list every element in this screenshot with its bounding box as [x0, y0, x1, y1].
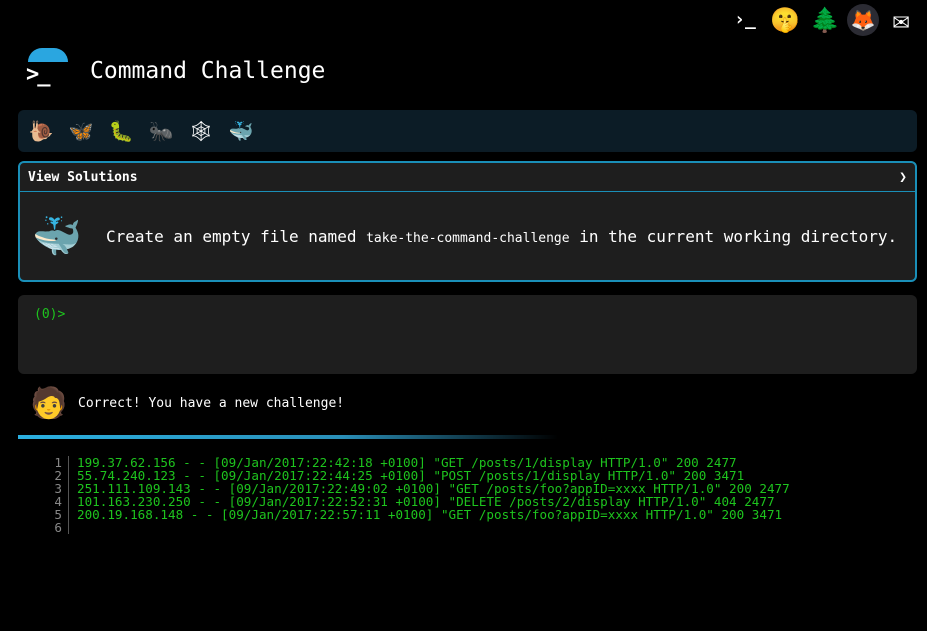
- shushing-face-icon[interactable]: 🤫: [767, 5, 803, 35]
- gitlab-icon[interactable]: 🦊: [847, 4, 879, 36]
- challenge-description: Create an empty file named take-the-comm…: [106, 227, 897, 246]
- cmdchallenge-logo-icon[interactable]: ›_: [727, 5, 763, 35]
- butterfly-icon[interactable]: 🦋: [68, 119, 94, 143]
- cmdchallenge-logo-icon[interactable]: >_: [24, 48, 70, 94]
- gitlab-glyph: 🦊: [850, 8, 876, 32]
- terminal-prompt: (0)>: [34, 307, 66, 322]
- whale-icon: 🐳: [32, 213, 82, 260]
- mail-icon[interactable]: ✉: [883, 5, 919, 35]
- challenge-filename: take-the-command-challenge: [366, 230, 570, 246]
- logo-prompt: >_: [26, 62, 50, 87]
- whale-icon[interactable]: 🐳: [228, 119, 254, 143]
- code-line: 5 200.19.168.148 - - [09/Jan/2017:22:57:1…: [40, 508, 790, 521]
- challenge-body: 🐳 Create an empty file named take-the-co…: [20, 192, 915, 280]
- progress-bar: [18, 435, 558, 439]
- caterpillar-icon[interactable]: 🐛: [108, 119, 134, 143]
- person-avatar-icon: 🧑: [30, 386, 68, 421]
- page-header: >_ Command Challenge: [24, 48, 325, 94]
- logo-cap: [28, 48, 68, 62]
- view-solutions-bar[interactable]: View Solutions ❯: [20, 163, 915, 192]
- chevron-right-icon[interactable]: ❯: [899, 170, 907, 185]
- top-nav-icons: ›_ 🤫 🌲 🦊 ✉: [727, 4, 919, 36]
- spider-web-icon[interactable]: 🕸: [188, 119, 214, 143]
- snail-icon[interactable]: 🐌: [28, 119, 54, 143]
- view-solutions-label[interactable]: View Solutions: [28, 170, 138, 185]
- challenge-panel: View Solutions ❯ 🐳 Create an empty file …: [18, 161, 917, 282]
- line-text: 200.19.168.148 - - [09/Jan/2017:22:57:11…: [77, 507, 783, 522]
- code-line: 6: [40, 521, 790, 534]
- line-number: 6: [40, 521, 69, 534]
- line-text: [69, 521, 77, 534]
- feedback-row: 🧑 Correct! You have a new challenge!: [30, 386, 344, 421]
- file-viewer: 1 199.37.62.156 - - [09/Jan/2017:22:42:18…: [40, 456, 790, 534]
- challenge-text-after: in the current working directory.: [569, 226, 898, 246]
- level-bar: 🐌 🦋 🐛 🐜 🕸 🐳: [18, 110, 917, 152]
- terminal-input[interactable]: (0)>: [18, 295, 917, 374]
- tree-icon[interactable]: 🌲: [807, 5, 843, 35]
- challenge-text-before: Create an empty file named: [106, 226, 367, 246]
- page-title: Command Challenge: [90, 58, 326, 84]
- feedback-message: Correct! You have a new challenge!: [78, 396, 345, 411]
- ant-icon[interactable]: 🐜: [148, 119, 174, 143]
